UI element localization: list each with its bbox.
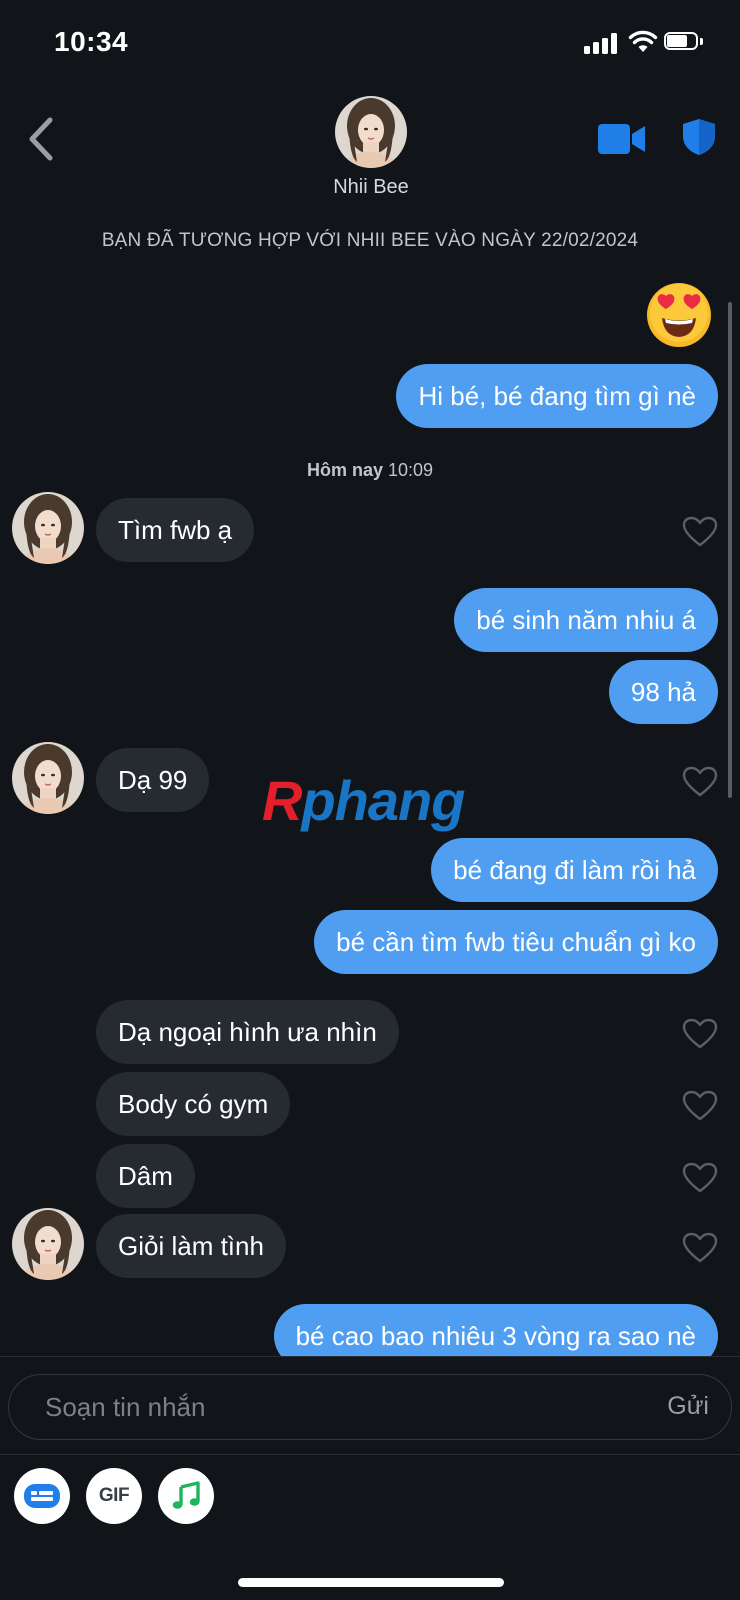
gif-button[interactable]: GIF: [86, 1468, 142, 1524]
sender-avatar[interactable]: [12, 492, 84, 564]
message-incoming[interactable]: Body có gym: [96, 1072, 291, 1136]
like-heart-icon[interactable]: [682, 516, 718, 548]
message-outgoing[interactable]: bé đang đi làm rồi hả: [431, 838, 718, 902]
music-note-icon: [172, 1481, 200, 1509]
like-heart-icon[interactable]: [682, 766, 718, 798]
scrollbar[interactable]: [728, 302, 732, 798]
home-indicator[interactable]: [238, 1578, 504, 1587]
card-icon: [24, 1484, 60, 1508]
rphang-watermark-logo: Rphang: [262, 769, 465, 832]
timestamp-time: 10:09: [388, 460, 434, 480]
message-outgoing[interactable]: Hi bé, bé đang tìm gì nè: [396, 364, 718, 428]
heart-eyes-emoji-icon: [646, 282, 712, 348]
message-composer: Gửi: [8, 1374, 732, 1440]
message-incoming[interactable]: Dạ ngoại hình ưa nhìn: [96, 1000, 399, 1064]
music-button[interactable]: [158, 1468, 214, 1524]
match-avatar[interactable]: [335, 96, 407, 168]
message-incoming[interactable]: Dạ 99: [96, 748, 210, 812]
wifi-icon: [628, 28, 658, 54]
sender-avatar[interactable]: [12, 1208, 84, 1280]
match-date-notice: BẠN ĐÃ TƯƠNG HỢP VỚI NHII BEE VÀO NGÀY 2…: [101, 230, 639, 251]
back-chevron-icon[interactable]: [26, 116, 56, 162]
gif-label: GIF: [98, 1485, 130, 1506]
conversation-timestamp: Hôm nay 10:09: [0, 460, 740, 481]
like-heart-icon[interactable]: [682, 1162, 718, 1194]
message-input[interactable]: [43, 1375, 607, 1439]
sender-avatar[interactable]: [12, 742, 84, 814]
battery-icon: [664, 32, 706, 52]
like-heart-icon[interactable]: [682, 1090, 718, 1122]
sticker-card-button[interactable]: [14, 1468, 70, 1524]
message-incoming[interactable]: Dâm: [96, 1144, 195, 1208]
message-incoming[interactable]: Giỏi làm tình: [96, 1214, 286, 1278]
cellular-signal-icon: [584, 32, 620, 54]
status-time: 10:34: [54, 26, 129, 57]
like-heart-icon[interactable]: [682, 1018, 718, 1050]
match-name[interactable]: Nhii Bee: [270, 176, 472, 199]
like-heart-icon[interactable]: [682, 1232, 718, 1264]
divider: [0, 1454, 740, 1455]
message-outgoing[interactable]: bé sinh năm nhiu á: [454, 588, 718, 652]
message-outgoing[interactable]: bé cần tìm fwb tiêu chuẩn gì ko: [314, 910, 718, 974]
safety-shield-icon[interactable]: [682, 118, 716, 156]
divider: [0, 1356, 740, 1357]
send-button[interactable]: Gửi: [667, 1375, 709, 1437]
video-call-icon[interactable]: [598, 124, 646, 154]
timestamp-day: Hôm nay: [306, 460, 383, 480]
message-outgoing[interactable]: 98 hả: [608, 660, 718, 724]
message-incoming[interactable]: Tìm fwb ạ: [96, 498, 255, 562]
